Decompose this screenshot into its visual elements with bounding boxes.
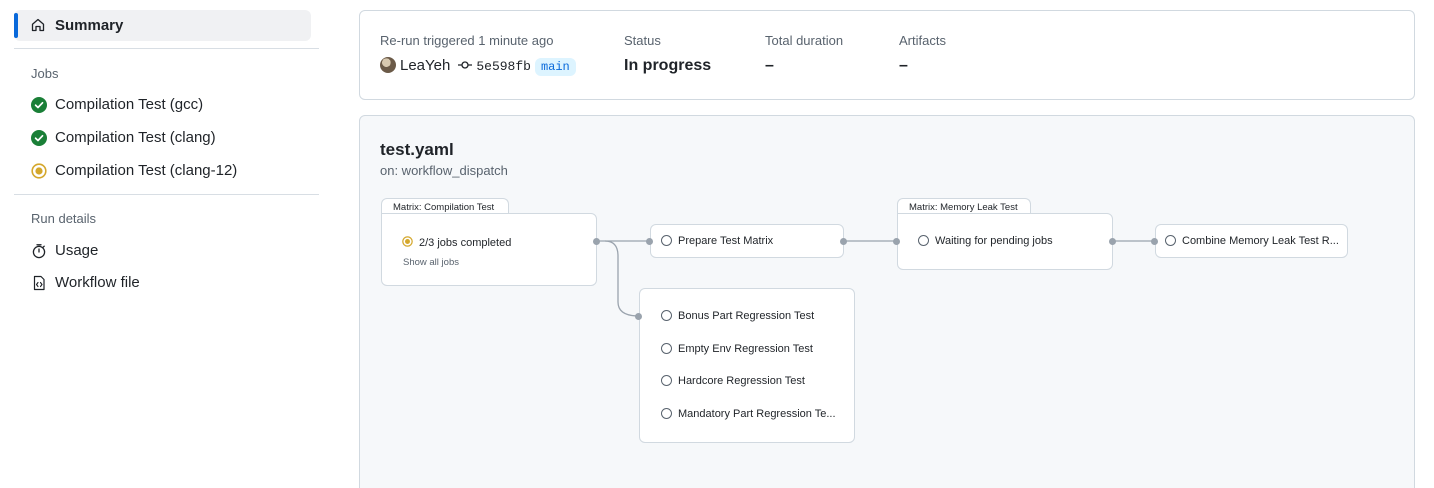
job-row: Prepare Test Matrix <box>661 235 773 247</box>
duration-value: – <box>765 57 774 74</box>
job-empty-env-regression[interactable]: Empty Env Regression Test <box>661 343 846 355</box>
sidebar-job-gcc[interactable]: Compilation Test (gcc) <box>14 91 311 119</box>
stopwatch-icon <box>32 244 46 259</box>
edge-port <box>635 313 642 320</box>
sidebar-job-label: Compilation Test (clang) <box>55 129 216 146</box>
status-label: Status <box>624 33 661 48</box>
sidebar-usage[interactable]: Usage <box>14 237 311 265</box>
job-label: Prepare Test Matrix <box>678 235 774 247</box>
artifacts-value: – <box>899 57 908 74</box>
job-label: Hardcore Regression Test <box>678 375 805 387</box>
sidebar-workflow-file[interactable]: Workflow file <box>14 269 311 297</box>
pending-circle-icon <box>661 310 672 321</box>
nav-summary[interactable]: Summary <box>14 10 311 41</box>
divider <box>14 48 319 49</box>
branch-label[interactable]: main <box>534 58 576 76</box>
file-code-icon <box>33 275 45 291</box>
git-commit-icon <box>458 61 473 69</box>
job-row: Waiting for pending jobs <box>918 235 1053 247</box>
job-combine-memory-leak[interactable]: Combine Memory Leak Test R... <box>1155 224 1348 258</box>
status-value: In progress <box>624 57 712 74</box>
duration-column: Total duration – <box>765 33 844 74</box>
edge-port <box>1151 238 1158 245</box>
actor-commit-row: LeaYeh 5e598fb main <box>380 57 576 76</box>
duration-label: Total duration <box>765 33 844 48</box>
graph-edges <box>597 240 1155 317</box>
job-hardcore-regression[interactable]: Hardcore Regression Test <box>661 375 846 387</box>
job-mandatory-part-regression[interactable]: Mandatory Part Regression Te... <box>661 408 846 420</box>
sidebar-usage-label: Usage <box>55 242 99 259</box>
pending-circle-icon <box>661 235 672 246</box>
job-label: Empty Env Regression Test <box>678 343 813 355</box>
pending-circle-icon <box>661 408 672 419</box>
edge-port <box>1109 238 1116 245</box>
job-prepare-test-matrix[interactable]: Prepare Test Matrix <box>650 224 844 258</box>
trigger-label: Re-run triggered 1 minute ago <box>380 33 554 48</box>
job-bonus-part-regression[interactable]: Bonus Part Regression Test <box>661 310 846 322</box>
nav-summary-label: Summary <box>55 17 124 34</box>
pending-circle-icon <box>918 235 929 246</box>
job-label: Combine Memory Leak Test R... <box>1182 235 1339 247</box>
sidebar-job-label: Compilation Test (clang-12) <box>55 162 238 179</box>
in-progress-icon <box>31 163 47 179</box>
divider <box>14 194 319 195</box>
sidebar: Summary Jobs Compilation Test (gcc) Comp… <box>0 0 335 488</box>
show-all-jobs-link[interactable]: Show all jobs <box>403 257 459 268</box>
commit-sha-link[interactable]: 5e598fb <box>476 59 531 74</box>
sidebar-job-clang[interactable]: Compilation Test (clang) <box>14 124 311 152</box>
actor-name[interactable]: LeaYeh <box>400 57 450 74</box>
edge-port <box>593 238 600 245</box>
run-summary-card: Re-run triggered 1 minute ago LeaYeh 5e59… <box>359 10 1415 100</box>
edge-port <box>840 238 847 245</box>
artifacts-column: Artifacts – <box>899 33 946 74</box>
in-progress-icon <box>402 236 413 247</box>
matrix-progress-text: 2/3 jobs completed <box>419 237 512 249</box>
pending-circle-icon <box>1165 235 1176 246</box>
matrix-memory-box[interactable]: Waiting for pending jobs <box>897 213 1113 270</box>
sidebar-job-label: Compilation Test (gcc) <box>55 96 204 113</box>
run-details-heading: Run details <box>31 211 97 226</box>
artifacts-label: Artifacts <box>899 33 946 48</box>
edge-port <box>646 238 653 245</box>
trigger-column: Re-run triggered 1 minute ago LeaYeh 5e59… <box>380 33 576 76</box>
pending-circle-icon <box>661 375 672 386</box>
matrix-progress-row: 2/3 jobs completed <box>402 236 511 249</box>
job-label: Mandatory Part Regression Te... <box>678 408 836 420</box>
check-circle-icon <box>31 97 47 113</box>
sidebar-job-clang-12[interactable]: Compilation Test (clang-12) <box>14 157 311 185</box>
avatar <box>380 57 396 73</box>
status-column: Status In progress <box>624 33 711 74</box>
matrix-compilation-box[interactable]: 2/3 jobs completed Show all jobs <box>381 213 597 286</box>
active-indicator <box>14 13 18 38</box>
regression-jobs-box: Bonus Part Regression Test Empty Env Reg… <box>639 288 855 443</box>
workflow-graph-panel: test.yaml on: workflow_dispatch Matrix: … <box>359 115 1415 488</box>
job-label: Bonus Part Regression Test <box>678 310 815 322</box>
edge-port <box>893 238 900 245</box>
jobs-heading: Jobs <box>31 66 59 81</box>
waiting-text: Waiting for pending jobs <box>935 235 1053 247</box>
sidebar-workflow-file-label: Workflow file <box>55 274 140 291</box>
job-row: Combine Memory Leak Test R... <box>1165 235 1343 247</box>
home-icon <box>31 18 45 32</box>
check-circle-icon <box>31 130 47 146</box>
pending-circle-icon <box>661 343 672 354</box>
